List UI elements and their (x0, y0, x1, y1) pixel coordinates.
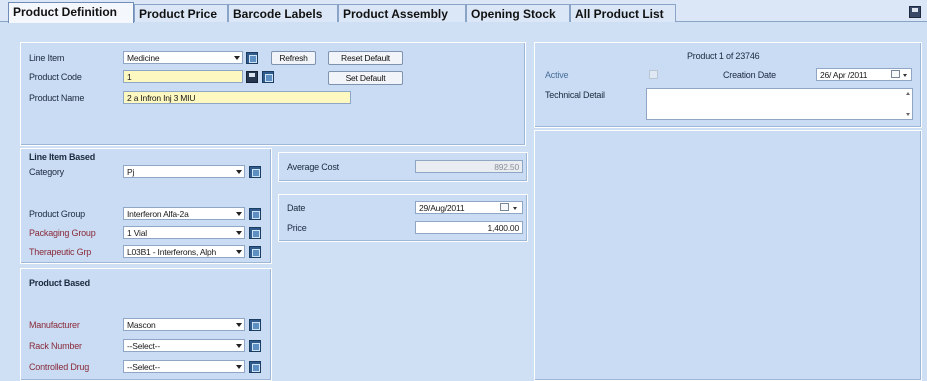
therapeutic-grp-label: Therapeutic Grp (29, 247, 92, 257)
tab-all-product-list[interactable]: All Product List (570, 4, 676, 22)
line-item-value: Medicine (127, 53, 160, 63)
tab-product-definition[interactable]: Product Definition (8, 2, 134, 23)
scroll-up-icon[interactable] (906, 92, 910, 95)
chevron-down-icon (903, 74, 907, 77)
packaging-group-value: 1 Vial (127, 228, 147, 238)
rack-number-select[interactable]: --Select-- (123, 339, 245, 352)
chevron-down-icon (236, 250, 242, 254)
line-item-lookup-icon[interactable] (246, 52, 258, 64)
average-cost-value: 892.50 (494, 162, 519, 172)
product-group-label: Product Group (29, 209, 85, 219)
record-counter: Product 1 of 23746 (687, 51, 760, 61)
date-label: Date (287, 203, 306, 213)
product-based-panel: Product Based Manufacturer Mascon Rack N… (20, 268, 272, 381)
chevron-down-icon (236, 231, 242, 235)
controlled-drug-value: --Select-- (127, 362, 160, 372)
product-code-lookup-icon[interactable] (262, 71, 274, 83)
packaging-group-select[interactable]: 1 Vial (123, 226, 245, 239)
tab-barcode-labels[interactable]: Barcode Labels (228, 4, 338, 22)
line-item-based-heading: Line Item Based (29, 152, 96, 162)
active-checkbox[interactable] (649, 70, 658, 79)
category-value: Pj (127, 167, 135, 177)
packaging-group-label: Packaging Group (29, 228, 96, 238)
save-icon[interactable] (909, 6, 921, 18)
tab-bar: Product Definition Product Price Barcode… (0, 0, 927, 23)
manufacturer-lookup-icon[interactable] (249, 319, 261, 331)
rack-number-label: Rack Number (29, 341, 82, 351)
chevron-down-icon (236, 344, 242, 348)
line-item-based-panel: Line Item Based Category Pj Product Grou… (20, 148, 272, 264)
product-group-value: Interferon Alfa-2a (127, 209, 189, 219)
creation-date-value: 26/ Apr /2011 (820, 70, 868, 80)
technical-detail-label: Technical Detail (545, 90, 605, 100)
save-code-icon[interactable] (246, 71, 258, 83)
calendar-icon (500, 203, 509, 211)
active-label: Active (545, 70, 569, 80)
line-item-label: Line Item (29, 53, 65, 63)
price-panel: Date 29/Aug/2011 Price 1,400.00 (278, 194, 528, 242)
average-cost-label: Average Cost (287, 162, 339, 172)
chevron-down-icon (236, 323, 242, 327)
price-value: 1,400.00 (487, 223, 520, 233)
product-code-field[interactable]: 1 (123, 70, 243, 83)
product-group-lookup-icon[interactable] (249, 208, 261, 220)
product-header-panel: Line Item Medicine Product Code 1 Produc… (20, 42, 526, 146)
chevron-down-icon (236, 212, 242, 216)
category-lookup-icon[interactable] (249, 166, 261, 178)
creation-date-label: Creation Date (723, 70, 776, 80)
packaging-group-lookup-icon[interactable] (249, 227, 261, 239)
manufacturer-value: Mascon (127, 320, 156, 330)
product-name-value: 2 a Infron Inj 3 MIU (127, 93, 196, 103)
price-label: Price (287, 223, 307, 233)
chevron-down-icon (236, 365, 242, 369)
controlled-drug-lookup-icon[interactable] (249, 361, 261, 373)
refresh-button[interactable]: Refresh (271, 51, 316, 65)
rack-number-value: --Select-- (127, 341, 160, 351)
controlled-drug-select[interactable]: --Select-- (123, 360, 245, 373)
manufacturer-select[interactable]: Mascon (123, 318, 245, 331)
product-name-field[interactable]: 2 a Infron Inj 3 MIU (123, 91, 351, 104)
price-field[interactable]: 1,400.00 (415, 221, 523, 234)
product-group-select[interactable]: Interferon Alfa-2a (123, 207, 245, 220)
therapeutic-grp-value: L03B1 - Interferons, Alph (127, 247, 217, 257)
set-default-button[interactable]: Set Default (328, 71, 403, 85)
category-label: Category (29, 167, 64, 177)
tab-product-price[interactable]: Product Price (134, 4, 228, 22)
tab-product-assembly[interactable]: Product Assembly (338, 4, 466, 22)
line-item-select[interactable]: Medicine (123, 51, 243, 64)
category-select[interactable]: Pj (123, 165, 245, 178)
date-value: 29/Aug/2011 (419, 203, 465, 213)
product-code-value: 1 (127, 72, 132, 82)
chevron-down-icon (513, 207, 517, 210)
therapeutic-grp-lookup-icon[interactable] (249, 246, 261, 258)
rack-number-lookup-icon[interactable] (249, 340, 261, 352)
manufacturer-label: Manufacturer (29, 320, 80, 330)
date-picker[interactable]: 29/Aug/2011 (415, 201, 523, 214)
therapeutic-grp-select[interactable]: L03B1 - Interferons, Alph (123, 245, 245, 258)
product-info-panel: Product 1 of 23746 Active Creation Date … (534, 42, 922, 128)
average-cost-panel: Average Cost 892.50 (278, 152, 528, 182)
reset-default-button[interactable]: Reset Default (328, 51, 403, 65)
average-cost-field: 892.50 (415, 160, 523, 173)
technical-detail-textarea[interactable] (646, 88, 913, 120)
product-name-label: Product Name (29, 93, 85, 103)
calendar-icon (891, 70, 900, 78)
chevron-down-icon (236, 170, 242, 174)
product-based-heading: Product Based (29, 278, 90, 288)
creation-date-picker[interactable]: 26/ Apr /2011 (816, 68, 912, 81)
controlled-drug-label: Controlled Drug (29, 362, 90, 372)
product-code-label: Product Code (29, 72, 82, 82)
tab-opening-stock[interactable]: Opening Stock (466, 4, 570, 22)
scroll-down-icon[interactable] (906, 113, 910, 116)
right-lower-panel (534, 130, 922, 381)
chevron-down-icon (234, 56, 240, 60)
